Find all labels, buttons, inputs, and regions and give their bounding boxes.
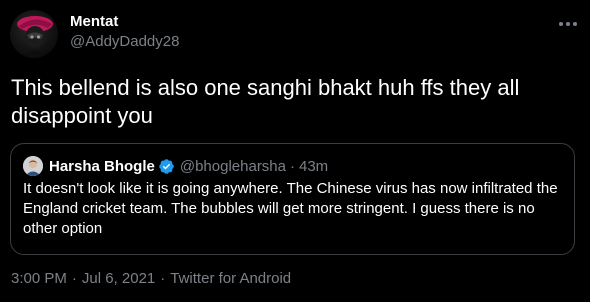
author-info: Mentat @AddyDaddy28 [70,12,179,52]
tweet-time[interactable]: 3:00 PM [11,270,67,287]
person-avatar-icon [23,156,43,176]
tweet-source[interactable]: Twitter for Android [170,270,291,287]
verified-badge-icon [158,158,175,175]
quoted-tweet[interactable]: Harsha Bhogle @bhogleharsha · 43m It doe… [10,143,575,255]
author-handle[interactable]: @AddyDaddy28 [70,32,179,52]
quoted-author-avatar [23,156,43,176]
author-display-name[interactable]: Mentat [70,12,179,32]
tweet-metadata: 3:00 PM · Jul 6, 2021 · Twitter for Android [11,270,291,287]
separator-dot: · [290,157,295,175]
masked-figure-avatar-icon [17,16,53,58]
more-horizontal-icon [559,22,577,26]
separator-dot: · [160,270,166,287]
user-avatar[interactable] [10,10,58,58]
tweet-card: Mentat @AddyDaddy28 This bellend is also… [0,0,590,302]
tweet-text: This bellend is also one sanghi bhakt hu… [11,75,520,128]
quoted-tweet-header: Harsha Bhogle @bhogleharsha · 43m [23,156,328,176]
quoted-tweet-time[interactable]: 43m [299,158,328,175]
quoted-author-name: Harsha Bhogle [49,157,155,175]
separator-dot: · [71,270,77,287]
quoted-tweet-text: It doesn't look like it is going anywher… [23,180,558,237]
quoted-author-handle: @bhogleharsha [179,157,286,175]
more-options-button[interactable] [556,12,580,36]
tweet-date[interactable]: Jul 6, 2021 [82,270,155,287]
